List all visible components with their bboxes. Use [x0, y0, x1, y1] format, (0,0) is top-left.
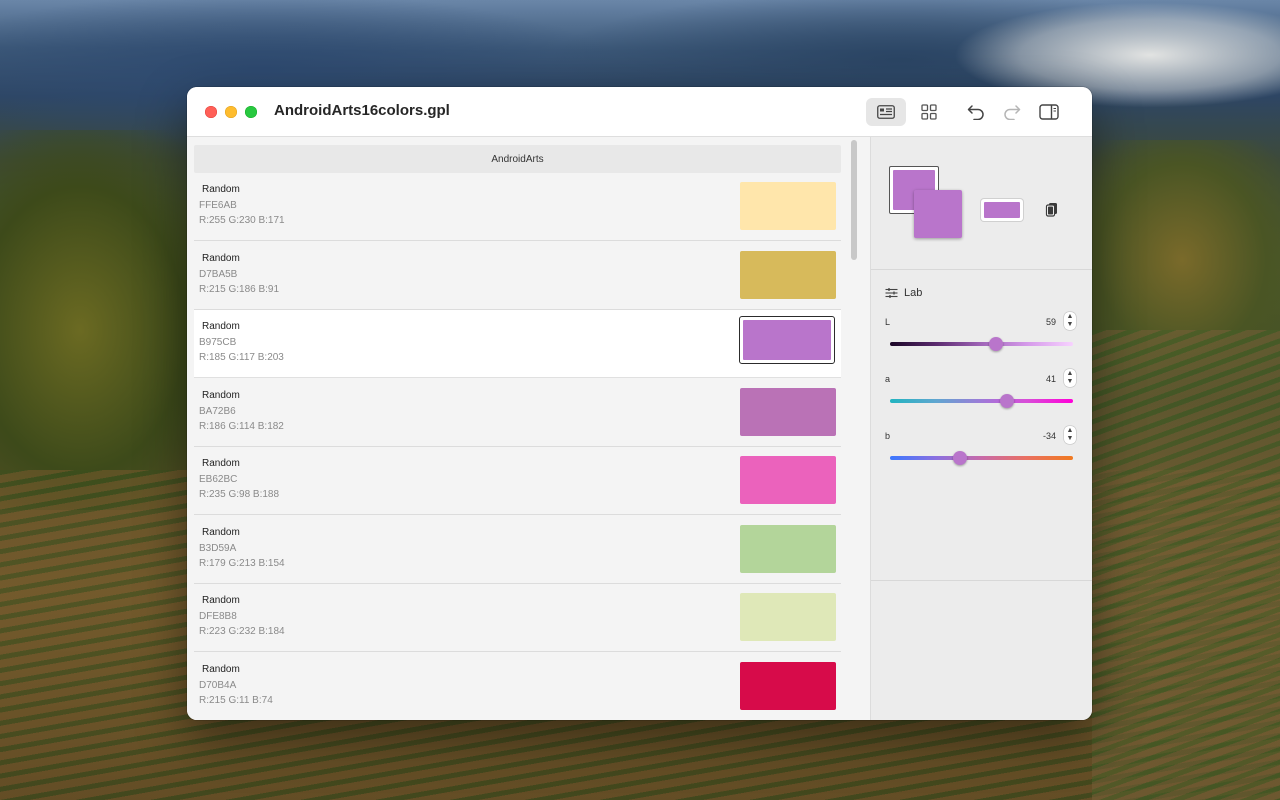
color-swatch[interactable]: [740, 251, 836, 299]
color-row[interactable]: Random EB62BC R:235 G:98 B:188: [194, 447, 841, 515]
color-hex: FFE6AB: [199, 200, 237, 211]
color-name: Random: [202, 664, 240, 675]
stepper-down-icon: ▼: [1066, 321, 1074, 328]
stepper-down-icon: ▼: [1066, 435, 1074, 442]
list-view-button[interactable]: [866, 98, 906, 126]
color-rgb: R:186 G:114 B:182: [199, 421, 284, 432]
channel-slider-thumb[interactable]: [989, 337, 1003, 351]
color-swatch[interactable]: [740, 388, 836, 436]
sidebar-toggle-button[interactable]: [1029, 98, 1069, 126]
inspector-separator: [871, 269, 1092, 270]
channel-label: a: [885, 374, 891, 384]
color-rgb: R:179 G:213 B:154: [199, 558, 285, 569]
color-swatch[interactable]: [739, 316, 835, 364]
color-name: Random: [202, 253, 240, 264]
close-button[interactable]: [205, 106, 217, 118]
color-hex: EB62BC: [199, 474, 238, 485]
color-hex: B975CB: [199, 337, 237, 348]
undo-icon: [967, 105, 984, 120]
undo-button[interactable]: [956, 98, 996, 126]
minimize-button[interactable]: [225, 106, 237, 118]
color-name: Random: [202, 321, 240, 332]
zoom-button[interactable]: [245, 106, 257, 118]
color-name: Random: [202, 184, 240, 195]
color-swatch[interactable]: [740, 662, 836, 710]
channel-value-field[interactable]: 59: [1046, 317, 1056, 327]
channel-slider-track[interactable]: [890, 342, 1073, 346]
stepper-up-icon: ▲: [1066, 313, 1074, 320]
channel-value-field[interactable]: -34: [1043, 431, 1056, 441]
color-rgb: R:223 G:232 B:184: [199, 626, 285, 637]
channel-slider-track[interactable]: [890, 456, 1073, 460]
color-row[interactable]: Random D70B4A R:215 G:11 B:74: [194, 653, 841, 720]
color-row[interactable]: Random B3D59A R:179 G:213 B:154: [194, 516, 841, 584]
list-view-icon: [877, 105, 895, 119]
channel-stepper[interactable]: ▲ ▼: [1064, 312, 1076, 330]
stepper-up-icon: ▲: [1066, 427, 1074, 434]
color-rgb: R:185 G:117 B:203: [199, 352, 284, 363]
current-color-fill: [984, 202, 1020, 218]
color-swatch[interactable]: [740, 456, 836, 504]
color-name: Random: [202, 595, 240, 606]
color-name: Random: [202, 390, 240, 401]
color-row[interactable]: Random BA72B6 R:186 G:114 B:182: [194, 379, 841, 447]
color-row[interactable]: Random FFE6AB R:255 G:230 B:171: [194, 173, 841, 241]
list-scrollbar[interactable]: [851, 140, 857, 260]
color-hex: BA72B6: [199, 406, 236, 417]
color-mode-label: Lab: [904, 287, 923, 299]
channel-slider-thumb[interactable]: [1000, 394, 1014, 408]
sidebar-toggle-icon: [1039, 104, 1059, 120]
color-hex: DFE8B8: [199, 611, 237, 622]
color-list: AndroidArts Random FFE6AB R:255 G:230 B:17…: [187, 137, 870, 720]
color-hex: D70B4A: [199, 680, 237, 691]
copy-icon: [1045, 203, 1057, 217]
channel-stepper[interactable]: ▲ ▼: [1064, 426, 1076, 444]
redo-button[interactable]: [992, 98, 1032, 126]
channel-slider-track[interactable]: [890, 399, 1073, 403]
current-color-swatch[interactable]: [981, 199, 1023, 221]
color-row[interactable]: Random D7BA5B R:215 G:186 B:91: [194, 242, 841, 310]
color-mode-selector[interactable]: Lab: [885, 287, 922, 299]
sliders-icon: [885, 288, 898, 298]
color-rgb: R:255 G:230 B:171: [199, 215, 285, 226]
color-rgb: R:215 G:11 B:74: [199, 695, 273, 706]
palette-window: AndroidArts16colors.gpl AndroidArts Rand…: [187, 87, 1092, 720]
foreground-color-well[interactable]: [914, 190, 962, 238]
color-name: Random: [202, 527, 240, 538]
color-swatch[interactable]: [740, 525, 836, 573]
color-swatch-fill: [743, 320, 831, 360]
grid-view-icon: [921, 104, 937, 120]
color-swatch[interactable]: [740, 593, 836, 641]
channel-label: b: [885, 431, 891, 441]
color-swatch[interactable]: [740, 182, 836, 230]
channel-stepper[interactable]: ▲ ▼: [1064, 369, 1076, 387]
color-hex: D7BA5B: [199, 269, 238, 280]
color-row[interactable]: Random DFE8B8 R:223 G:232 B:184: [194, 584, 841, 652]
color-name: Random: [202, 458, 240, 469]
grid-view-button[interactable]: [909, 98, 949, 126]
channel-label: L: [885, 317, 891, 327]
stepper-up-icon: ▲: [1066, 370, 1074, 377]
channel-slider-thumb[interactable]: [953, 451, 967, 465]
color-inspector: Lab L 59 ▲ ▼ a 41 ▲ ▼ b -34 ▲ ▼: [871, 137, 1092, 720]
color-rgb: R:235 G:98 B:188: [199, 489, 280, 500]
color-hex: B3D59A: [199, 543, 237, 554]
copy-color-button[interactable]: [1043, 200, 1061, 218]
redo-icon: [1004, 105, 1021, 120]
channel-value-field[interactable]: 41: [1046, 374, 1056, 384]
color-row[interactable]: Random B975CB R:185 G:117 B:203: [194, 310, 841, 378]
color-rgb: R:215 G:186 B:91: [199, 284, 280, 295]
stepper-down-icon: ▼: [1066, 378, 1074, 385]
palette-group-header[interactable]: AndroidArts: [194, 145, 841, 173]
window-title: AndroidArts16colors.gpl: [274, 102, 450, 119]
titlebar: AndroidArts16colors.gpl: [187, 87, 1092, 137]
inspector-separator-bottom: [871, 580, 1092, 581]
wallpaper-vineyard-right: [1092, 330, 1280, 800]
wallpaper-forest: [0, 130, 190, 510]
